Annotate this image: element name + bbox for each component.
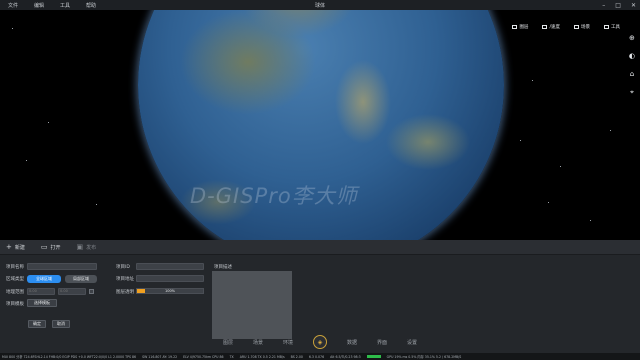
layers-label: 图层 (519, 25, 529, 30)
description-preview[interactable] (212, 271, 292, 339)
menu-tools[interactable]: 工具 (52, 2, 78, 9)
logo-icon: ◈ (317, 338, 323, 346)
star (12, 28, 13, 29)
star (48, 122, 49, 123)
tab-data[interactable]: 数据 (347, 339, 357, 346)
project-address-label: 项目地址 (116, 277, 134, 282)
speed-label: /速度 (549, 25, 560, 30)
new-button[interactable]: + 新建 (6, 243, 25, 251)
window-controls: – □ ✕ (602, 0, 636, 10)
layer-opacity-slider[interactable]: 100% (136, 288, 204, 294)
scene-side-tools: ⊕ ◐ ⌂ ⌖ (629, 34, 635, 97)
status-item: SW 116.807 AY: 19.22 (142, 354, 178, 359)
project-id-label: 项目ID (116, 265, 130, 270)
local-area-button[interactable]: 局部区域 (65, 275, 97, 283)
tools-icon (604, 25, 609, 29)
publish-label: 发布 (86, 244, 97, 251)
publish-button[interactable]: ▣ 发布 (77, 243, 97, 251)
status-item: Alt 6.5/Ti/0.23 98:3 (330, 354, 361, 359)
menu-help[interactable]: 帮助 (78, 2, 104, 9)
scene-button[interactable]: 场景 (574, 24, 590, 30)
star (96, 204, 97, 205)
status-bar: MUI 800 分析 724.6FSHL2.14 FHB:0/0 EGIP PD… (0, 353, 640, 360)
status-item: TX (229, 354, 234, 359)
star (520, 140, 521, 141)
layer-opacity-label: 图层透明 (116, 290, 134, 295)
star (548, 202, 549, 203)
project-name-label: 项目名称 (6, 265, 24, 270)
layers-icon (512, 25, 518, 29)
menu-edit[interactable]: 编辑 (26, 2, 52, 9)
tab-environment[interactable]: 环境 (283, 339, 293, 346)
scene-label: 场景 (581, 25, 590, 30)
geo-range-label: 地理范围 (6, 290, 24, 295)
status-right: GPU 19% ms 0.5% 内存 35.1% 5.2 / 678.2MB/S (386, 355, 462, 359)
tab-scene[interactable]: 场景 (253, 339, 263, 346)
publish-icon: ▣ (76, 243, 84, 251)
star (610, 130, 611, 131)
tab-settings[interactable]: 设置 (407, 339, 417, 346)
status-item: 6.3 0.076 (308, 354, 325, 359)
minimize-icon[interactable]: – (602, 2, 605, 9)
folder-icon: ▭ (40, 243, 48, 251)
geo-range-from-input[interactable]: 0.00 (27, 288, 55, 295)
open-label: 打开 (50, 244, 61, 251)
tools-button[interactable]: 工具 (604, 24, 620, 30)
locate-icon[interactable]: ⌖ (629, 88, 635, 97)
status-item: MUI 800 分析 724.6FSHL2.14 FHB:0/0 EGIP PD… (2, 355, 137, 359)
layers-button[interactable]: 图层 (512, 24, 528, 30)
bottom-tabs: 图层 场景 环境 ◈ 数据 界面 设置 (0, 332, 640, 352)
tab-interface[interactable]: 界面 (377, 339, 387, 346)
status-item: BS 2.00 (290, 354, 303, 359)
tools-label: 工具 (611, 25, 620, 30)
new-label: 新建 (14, 244, 25, 251)
lighting-icon[interactable]: ◐ (629, 52, 635, 60)
globe-viewport[interactable]: D-GISPro李大师 图层 /速度 场景 工具 ⊕ ◐ ⌂ ⌖ (0, 10, 640, 240)
zoom-icon[interactable]: ⊕ (629, 34, 635, 42)
cancel-button[interactable]: 取消 (52, 320, 70, 328)
home-icon[interactable]: ⌂ (629, 70, 635, 78)
status-item: ELV 4/9750.75km CPU 86 (183, 354, 224, 359)
geo-range-checkbox[interactable] (89, 289, 94, 294)
global-area-button[interactable]: 全球区域 (27, 275, 61, 283)
menu-file[interactable]: 文件 (0, 2, 26, 9)
geo-range-to-input[interactable]: 0.00 (58, 288, 86, 295)
select-template-button[interactable]: 选择模板 (27, 299, 57, 307)
project-name-input[interactable] (27, 263, 97, 270)
star (532, 80, 533, 81)
area-type-label: 区域类型 (6, 277, 24, 282)
project-address-input[interactable] (136, 275, 204, 282)
preview-label: 项目描述 (214, 265, 232, 270)
confirm-button[interactable]: 确定 (28, 320, 46, 328)
plus-icon: + (6, 243, 12, 251)
open-button[interactable]: ▭ 打开 (41, 243, 61, 251)
star (26, 160, 27, 161)
scene-icon (574, 25, 579, 29)
watermark-text: D-GISPro李大师 (190, 184, 358, 208)
star (560, 166, 561, 167)
close-icon[interactable]: ✕ (631, 2, 636, 9)
project-id-input[interactable] (136, 263, 204, 270)
status-item: ARU 1.708 TX 0.5 2.21 MB/s (239, 354, 285, 359)
star (590, 220, 591, 221)
project-template-label: 项目模板 (6, 302, 24, 307)
home-button[interactable]: ◈ (313, 335, 327, 349)
speed-icon (542, 25, 548, 29)
menu-bar: 文件 编辑 工具 帮助 球体 – □ ✕ (0, 0, 640, 10)
opacity-value: 100% (164, 289, 175, 293)
maximize-icon[interactable]: □ (615, 2, 621, 9)
tab-layers[interactable]: 图层 (223, 339, 233, 346)
panel-toolbar: + 新建 ▭ 打开 ▣ 发布 (0, 240, 640, 255)
scene-toolbar: 图层 /速度 场景 工具 (512, 24, 620, 30)
speed-button[interactable]: /速度 (542, 24, 560, 30)
fps-indicator (366, 355, 381, 358)
